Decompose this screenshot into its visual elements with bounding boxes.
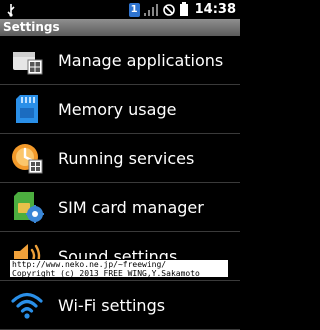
signal-icon xyxy=(143,3,159,17)
settings-item-label: SIM card manager xyxy=(58,197,204,217)
settings-item-label: Running services xyxy=(58,148,195,168)
settings-item-running-services[interactable]: Running services xyxy=(0,134,240,183)
overlay-copyright: Copyright (c) 2013 FREE WING,Y.Sakamoto xyxy=(12,269,200,278)
settings-item-wifi-settings[interactable]: Wi-Fi settings xyxy=(0,281,240,330)
notification-count-badge: 1 xyxy=(128,2,140,17)
settings-item-label: Wi-Fi settings xyxy=(58,295,166,315)
usb-icon xyxy=(4,3,18,17)
settings-item-memory-usage[interactable]: Memory usage xyxy=(0,85,240,134)
page-title-bar: Settings xyxy=(0,19,240,36)
settings-item-sim-card-manager[interactable]: SIM card manager xyxy=(0,183,240,232)
apps-icon xyxy=(10,43,44,77)
status-bar: 1 14:38 xyxy=(0,0,240,19)
wifi-icon xyxy=(10,288,44,322)
copyright-overlay: http://www.neko.ne.jp/~freewing/ Copyrig… xyxy=(9,259,229,278)
settings-item-label: Manage applications xyxy=(58,50,224,70)
clock-time: 14:38 xyxy=(194,2,236,17)
battery-icon xyxy=(179,2,189,17)
settings-item-manage-applications[interactable]: Manage applications xyxy=(0,36,240,85)
settings-item-label: Memory usage xyxy=(58,99,177,119)
sim-card-icon xyxy=(10,190,44,224)
overlay-url: http://www.neko.ne.jp/~freewing/ xyxy=(12,260,167,269)
settings-list: Manage applications Memory usage Running… xyxy=(0,36,240,330)
running-services-icon xyxy=(10,141,44,175)
no-sim-icon xyxy=(162,3,176,17)
memory-card-icon xyxy=(10,92,44,126)
page-title: Settings xyxy=(3,20,60,34)
